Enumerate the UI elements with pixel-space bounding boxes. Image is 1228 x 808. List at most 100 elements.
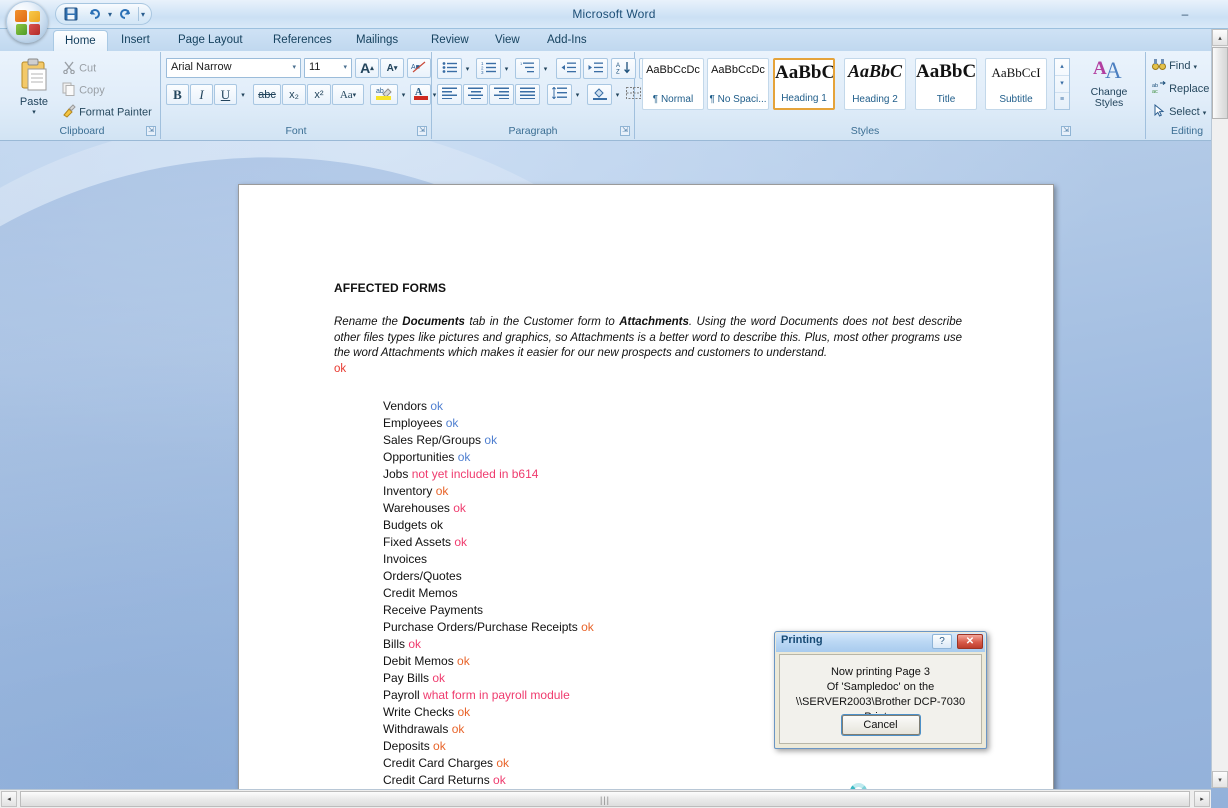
find-button[interactable]: Find ▾: [1152, 58, 1197, 74]
tab-home[interactable]: Home: [53, 30, 108, 51]
clear-formatting-button[interactable]: A■: [407, 58, 431, 78]
list-item: Opportunities ok: [383, 449, 903, 466]
underline-caret-icon[interactable]: ▾: [237, 84, 249, 105]
style-preview: AaBbCcDc: [646, 64, 700, 76]
style-heading-1[interactable]: AaBbC Heading 1: [773, 58, 835, 110]
superscript-label: x²: [314, 88, 324, 101]
align-center-button[interactable]: [463, 84, 488, 105]
tab-add-ins[interactable]: Add-Ins: [536, 29, 598, 51]
change-case-button[interactable]: Aa ▾: [332, 84, 364, 105]
style-heading-2[interactable]: AaBbC Heading 2: [844, 58, 906, 110]
highlight-caret-icon[interactable]: ▾: [398, 84, 409, 105]
numbering-button[interactable]: 123: [476, 58, 501, 79]
customize-qat-caret[interactable]: ▾: [141, 10, 145, 19]
styles-dialog-launcher-icon[interactable]: ⇲: [1061, 126, 1071, 136]
cut-label: Cut: [79, 62, 97, 75]
paragraph-part: tab in the Customer form to: [464, 316, 620, 328]
increase-indent-button[interactable]: [583, 58, 608, 79]
line-spacing-button[interactable]: [547, 84, 572, 105]
numbering-caret-icon[interactable]: ▾: [501, 58, 512, 79]
font-dialog-launcher-icon[interactable]: ⇲: [417, 126, 427, 136]
style-no-spacing[interactable]: AaBbCcDc ¶ No Spaci...: [707, 58, 769, 110]
undo-dropdown-caret[interactable]: ▾: [108, 10, 112, 19]
horizontal-scrollbar[interactable]: ◂ ||| ▸: [0, 789, 1211, 808]
bullets-caret-icon[interactable]: ▾: [462, 58, 473, 79]
tab-review[interactable]: Review: [420, 29, 480, 51]
undo-icon[interactable]: [84, 5, 106, 24]
format-painter-button[interactable]: Format Painter: [62, 104, 152, 121]
scroll-right-button[interactable]: ▸: [1194, 791, 1210, 807]
document-page[interactable]: AFFECTED FORMS Rename the Documents tab …: [238, 184, 1054, 789]
dialog-cancel-button[interactable]: Cancel: [841, 715, 920, 735]
scroll-left-button[interactable]: ◂: [1, 791, 17, 807]
strikethrough-button[interactable]: abc: [253, 84, 281, 105]
select-button[interactable]: Select ▾: [1152, 103, 1207, 120]
vertical-scrollbar[interactable]: ▴ ▾: [1211, 29, 1228, 788]
align-right-button[interactable]: [489, 84, 514, 105]
font-color-button[interactable]: A: [410, 84, 431, 105]
clipboard-dialog-launcher-icon[interactable]: ⇲: [146, 126, 156, 136]
select-caret-icon[interactable]: ▾: [1203, 110, 1207, 117]
align-left-button[interactable]: [437, 84, 462, 105]
tab-references[interactable]: References: [262, 29, 343, 51]
vertical-scroll-thumb[interactable]: [1212, 47, 1228, 119]
multilevel-list-button[interactable]: 1: [515, 58, 540, 79]
copy-button[interactable]: Copy: [62, 82, 105, 99]
paste-button[interactable]: Paste ▾: [10, 56, 58, 120]
font-name-caret-icon[interactable]: ▾: [292, 63, 296, 71]
style-label: Heading 1: [781, 93, 827, 104]
list-item-label: Sales Rep/Groups: [383, 433, 482, 447]
printing-dialog[interactable]: Printing ? ✕ Now printing Page 3 Of 'Sam…: [774, 631, 987, 749]
bullet-list-icon: [442, 61, 458, 77]
font-name-input[interactable]: Arial Narrow ▾: [166, 58, 301, 78]
underline-button[interactable]: U: [214, 84, 237, 105]
style-normal[interactable]: AaBbCcDc ¶ Normal: [642, 58, 704, 110]
styles-scroll-down-button[interactable]: ▾: [1055, 76, 1069, 93]
decrease-indent-icon: [561, 61, 577, 77]
paragraph-dialog-launcher-icon[interactable]: ⇲: [620, 126, 630, 136]
tab-insert[interactable]: Insert: [110, 29, 161, 51]
sort-button[interactable]: AZ: [611, 58, 636, 79]
style-subtitle[interactable]: AaBbCcI Subtitle: [985, 58, 1047, 110]
document-paragraph: Rename the Documents tab in the Customer…: [334, 315, 962, 377]
dialog-close-button[interactable]: ✕: [957, 634, 983, 649]
office-button[interactable]: [6, 1, 48, 43]
tab-page-layout[interactable]: Page Layout: [167, 29, 254, 51]
shrink-font-button[interactable]: A ▾: [380, 58, 404, 78]
highlight-color-button[interactable]: ab: [370, 84, 398, 105]
shading-button[interactable]: [587, 84, 612, 105]
scroll-down-button[interactable]: ▾: [1212, 771, 1228, 788]
multilevel-caret-icon[interactable]: ▾: [540, 58, 551, 79]
justify-button[interactable]: [515, 84, 540, 105]
find-caret-icon[interactable]: ▾: [1194, 64, 1198, 71]
bold-button[interactable]: B: [166, 84, 189, 105]
horizontal-scroll-thumb[interactable]: |||: [20, 791, 1190, 807]
decrease-indent-button[interactable]: [556, 58, 581, 79]
minimize-button[interactable]: –: [1170, 4, 1200, 24]
superscript-button[interactable]: x²: [307, 84, 331, 105]
styles-more-button[interactable]: ≡▾: [1055, 93, 1069, 109]
change-styles-button[interactable]: AA Change Styles ▾: [1078, 56, 1140, 109]
list-item-annotation: ok: [451, 535, 468, 549]
font-size-caret-icon[interactable]: ▾: [343, 63, 347, 71]
bullets-button[interactable]: [437, 58, 462, 79]
italic-button[interactable]: I: [190, 84, 213, 105]
dialog-help-button[interactable]: ?: [932, 634, 952, 649]
paste-caret-icon[interactable]: ▾: [10, 108, 58, 116]
tab-mailings[interactable]: Mailings: [345, 29, 409, 51]
tab-view[interactable]: View: [484, 29, 531, 51]
subscript-button[interactable]: x₂: [282, 84, 306, 105]
line-spacing-caret-icon[interactable]: ▾: [572, 84, 583, 105]
styles-scroll-up-button[interactable]: ▴: [1055, 59, 1069, 76]
scroll-up-button[interactable]: ▴: [1212, 29, 1228, 46]
cut-button[interactable]: Cut: [62, 60, 96, 77]
list-item: Credit Memos: [383, 585, 903, 602]
style-title[interactable]: AaBbC Title: [915, 58, 977, 110]
replace-button[interactable]: ab ac Replace: [1152, 81, 1209, 97]
list-item-annotation: ok: [429, 739, 446, 753]
redo-icon[interactable]: [114, 5, 136, 24]
font-size-input[interactable]: 11 ▾: [304, 58, 352, 78]
save-icon[interactable]: [60, 5, 82, 24]
window-title: Microsoft Word: [572, 7, 656, 21]
grow-font-button[interactable]: A ▴: [355, 58, 379, 78]
